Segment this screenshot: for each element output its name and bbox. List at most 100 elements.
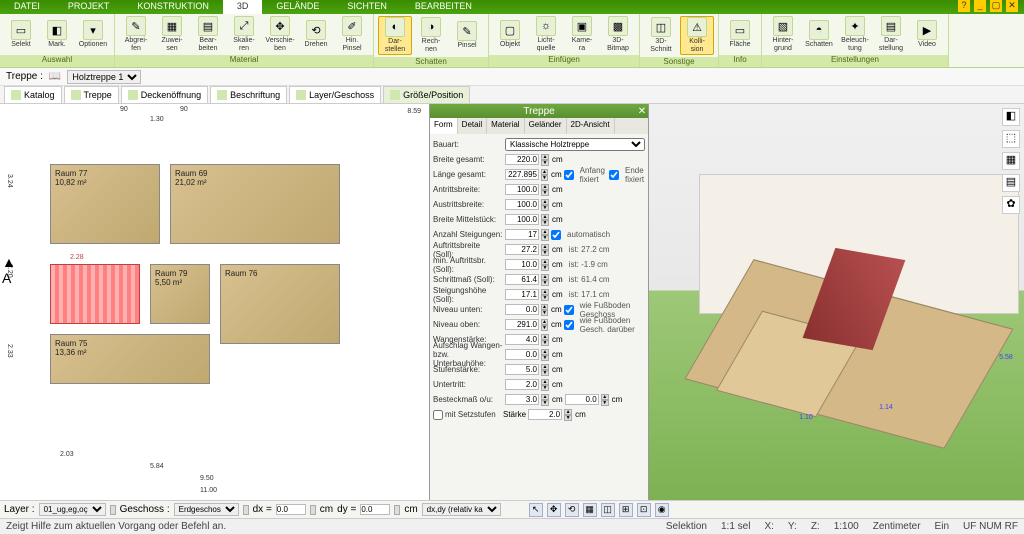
bauart-select[interactable]: Klassische Holztreppe: [505, 138, 645, 151]
spinner[interactable]: ▲▼: [541, 334, 549, 346]
view3d-tool-icon[interactable]: ⬚: [1002, 130, 1020, 148]
panel-tab-geländer[interactable]: Geländer: [525, 118, 567, 134]
tool-icon[interactable]: ◉: [655, 503, 669, 517]
prop-tab-layer-geschoss[interactable]: Layer/Geschoss: [289, 86, 381, 103]
stepper-icon[interactable]: [310, 505, 316, 515]
spinner[interactable]: ▲▼: [601, 394, 609, 406]
menu-tab-3d[interactable]: 3D: [223, 0, 263, 14]
prop-input-2[interactable]: [565, 394, 599, 405]
ribbon-hinter-grund[interactable]: ▧Hinter- grund: [766, 16, 800, 53]
prop-input[interactable]: [505, 289, 539, 300]
prop-tab-gr-e-position[interactable]: Größe/Position: [383, 86, 470, 103]
close-icon[interactable]: ✕: [1006, 0, 1018, 12]
stepper-icon[interactable]: [394, 505, 400, 515]
plan-2d-view[interactable]: Raum 7710,82 m²Raum 6921,02 m² Raum 795,5…: [0, 104, 430, 518]
prop-tab-treppe[interactable]: Treppe: [64, 86, 119, 103]
book-icon[interactable]: 📖: [49, 71, 61, 82]
ribbon-skalie-ren[interactable]: ⤢Skalie- ren: [227, 16, 261, 53]
spinner[interactable]: ▲▼: [541, 394, 549, 406]
tool-icon[interactable]: ◫: [601, 503, 615, 517]
ribbon-hin-pinsel[interactable]: ✐Hin. Pinsel: [335, 16, 369, 53]
prop-input[interactable]: [505, 379, 539, 390]
dy-input[interactable]: [360, 504, 390, 515]
room-raum-77[interactable]: Raum 7710,82 m²: [50, 164, 160, 244]
prop-tab-beschriftung[interactable]: Beschriftung: [210, 86, 287, 103]
prop-checkbox[interactable]: [564, 320, 574, 330]
prop-input[interactable]: [505, 199, 539, 210]
ribbon-3d-bitmap[interactable]: ▩3D- Bitmap: [601, 16, 635, 53]
spinner[interactable]: ▲▼: [541, 289, 549, 301]
prop-input[interactable]: [528, 409, 562, 420]
tool-icon[interactable]: ⊞: [619, 503, 633, 517]
ribbon-verschie-ben[interactable]: ✥Verschie- ben: [263, 16, 297, 53]
ribbon-kolli-sion[interactable]: ⚠Kolli- sion: [680, 16, 714, 55]
prop-input[interactable]: [505, 304, 539, 315]
prop-input[interactable]: [505, 364, 539, 375]
ribbon-bear-beiten[interactable]: ▤Bear- beiten: [191, 16, 225, 53]
panel-tab-form[interactable]: Form: [430, 118, 458, 134]
ribbon-dar-stellung[interactable]: ▤Dar- stellung: [874, 16, 908, 53]
ribbon-abgrei-fen[interactable]: ✎Abgrei- fen: [119, 16, 153, 53]
ribbon-drehen[interactable]: ⟲Drehen: [299, 20, 333, 49]
prop-input[interactable]: [505, 154, 539, 165]
spinner[interactable]: ▲▼: [541, 184, 549, 196]
panel-tab-detail[interactable]: Detail: [458, 118, 487, 134]
max-icon[interactable]: ▢: [990, 0, 1002, 12]
prop-checkbox[interactable]: [433, 410, 443, 420]
spinner[interactable]: ▲▼: [541, 349, 549, 361]
panel-tab-material[interactable]: Material: [487, 118, 524, 134]
prop-input[interactable]: [505, 274, 539, 285]
room-raum-69[interactable]: Raum 6921,02 m²: [170, 164, 340, 244]
menu-tab-gelände[interactable]: GELÄNDE: [262, 0, 333, 14]
help-icon[interactable]: ?: [958, 0, 970, 12]
ribbon-optionen[interactable]: ▾Optionen: [76, 20, 110, 49]
stepper-icon[interactable]: [243, 505, 249, 515]
spinner[interactable]: ▲▼: [541, 319, 548, 331]
prop-input[interactable]: [505, 334, 539, 345]
menu-tab-bearbeiten[interactable]: BEARBEITEN: [401, 0, 486, 14]
ribbon-fl-che[interactable]: ▭Fläche: [723, 20, 757, 49]
tool-icon[interactable]: ▦: [583, 503, 597, 517]
menu-tab-datei[interactable]: DATEI: [0, 0, 54, 14]
min-icon[interactable]: _: [974, 0, 986, 12]
stepper-icon[interactable]: [110, 505, 116, 515]
spinner[interactable]: ▲▼: [541, 379, 549, 391]
prop-input[interactable]: [505, 214, 539, 225]
tool-icon[interactable]: ↖: [529, 503, 543, 517]
ribbon-selekt[interactable]: ▭Selekt: [4, 20, 38, 49]
room-raum-76[interactable]: Raum 76: [220, 264, 340, 344]
menu-tab-sichten[interactable]: SICHTEN: [333, 0, 401, 14]
room-raum-79[interactable]: Raum 795,50 m²: [150, 264, 210, 324]
ribbon-schatten[interactable]: ◓Schatten: [802, 20, 836, 49]
room-raum-75[interactable]: Raum 7513,36 m²: [50, 334, 210, 384]
view3d-tool-icon[interactable]: ✿: [1002, 196, 1020, 214]
prop-input[interactable]: [505, 394, 539, 405]
geschoss-select[interactable]: Erdgeschos: [174, 503, 239, 516]
view3d-tool-icon[interactable]: ▤: [1002, 174, 1020, 192]
spinner[interactable]: ▲▼: [541, 154, 549, 166]
ribbon-3d-schnitt[interactable]: ◫3D- Schnitt: [644, 17, 678, 54]
object-select[interactable]: Holztreppe 1: [67, 70, 141, 84]
spinner[interactable]: ▲▼: [564, 409, 572, 421]
ribbon-dar-stellen[interactable]: ◐Dar- stellen: [378, 16, 412, 55]
prop-checkbox[interactable]: [551, 230, 561, 240]
spinner[interactable]: ▲▼: [541, 214, 549, 226]
spinner[interactable]: ▲▼: [541, 229, 549, 241]
tool-icon[interactable]: ⟲: [565, 503, 579, 517]
coord-mode-select[interactable]: dx,dy (relativ ka: [422, 503, 501, 516]
view3d-tool-icon[interactable]: ▦: [1002, 152, 1020, 170]
prop-input[interactable]: [505, 244, 539, 255]
prop-input[interactable]: [505, 169, 539, 180]
layer-select[interactable]: 01_ug,eg,oç: [39, 503, 106, 516]
prop-checkbox[interactable]: [564, 170, 574, 180]
spinner[interactable]: ▲▼: [541, 169, 548, 181]
menu-tab-konstruktion[interactable]: KONSTRUKTION: [123, 0, 223, 14]
prop-input[interactable]: [505, 319, 539, 330]
spinner[interactable]: ▲▼: [541, 274, 549, 286]
prop-input[interactable]: [505, 349, 539, 360]
spinner[interactable]: ▲▼: [541, 364, 549, 376]
ribbon-rech-nen[interactable]: ◑Rech- nen: [414, 17, 448, 54]
spinner[interactable]: ▲▼: [541, 304, 548, 316]
ribbon-licht-quelle[interactable]: ☼Licht- quelle: [529, 16, 563, 53]
spinner[interactable]: ▲▼: [541, 199, 549, 211]
